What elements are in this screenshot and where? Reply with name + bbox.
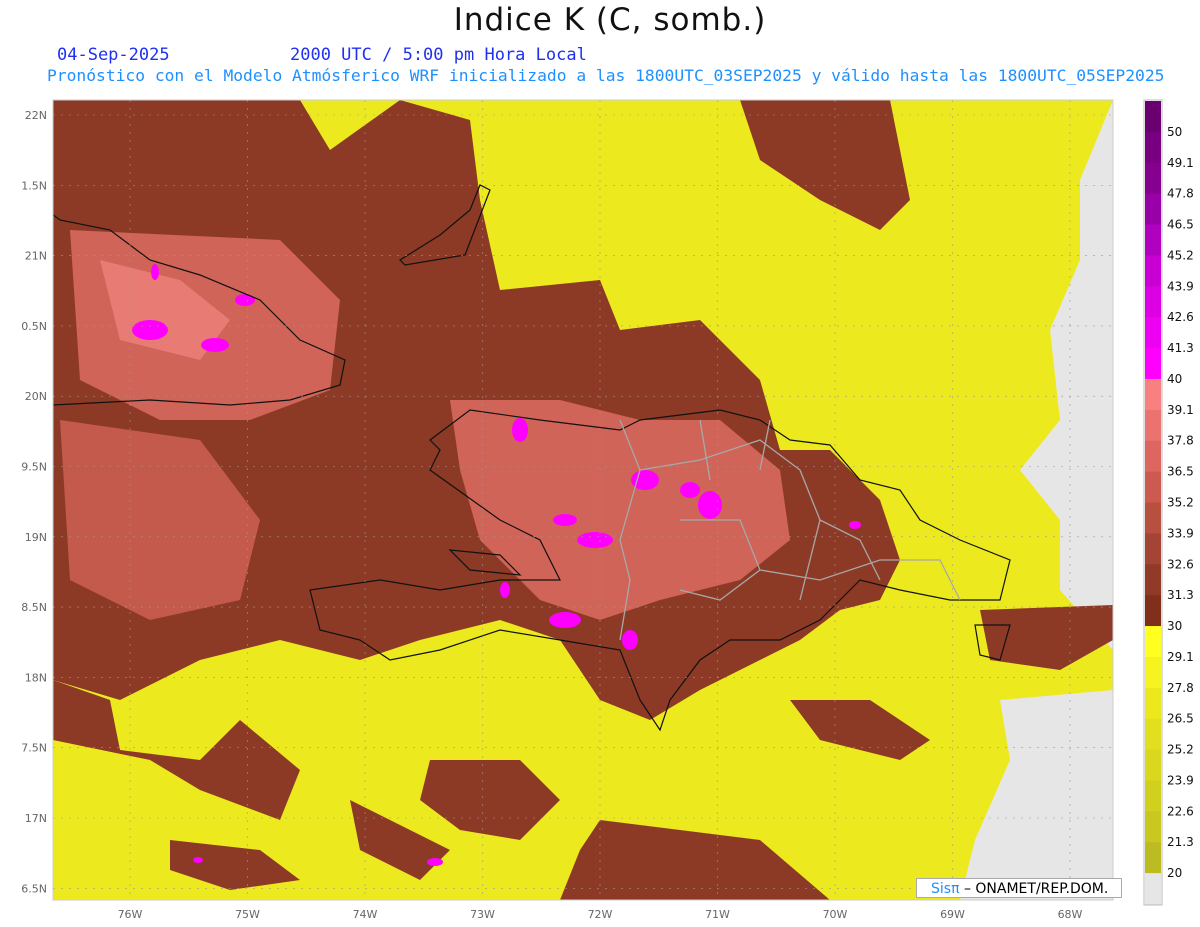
k-index-map: 22N 1.5N 21N 0.5N 20N 9.5N 19N 8.5N 18N 7.5N 17N 6.… (21, 99, 1194, 921)
lon-label: 69W (940, 908, 965, 921)
lat-label: 8.5N (21, 601, 47, 614)
colorbar-label: 36.5 (1167, 465, 1194, 479)
colorbar-cell (1145, 440, 1161, 473)
colorbar-label: 21.3 (1167, 835, 1194, 849)
colorbar-cell (1145, 687, 1161, 720)
colorbar-label: 46.5 (1167, 218, 1194, 232)
sispi-logo: Sisπ (931, 881, 960, 897)
lon-label: 68W (1058, 908, 1083, 921)
lat-label: 9.5N (21, 461, 47, 474)
colorbar-cell (1145, 101, 1161, 133)
lat-label: 20N (25, 390, 47, 403)
lat-label: 19N (25, 531, 47, 544)
map-title: Indice K (C, somb.) (453, 2, 767, 38)
colorbar-label: 35.2 (1167, 496, 1194, 510)
colorbar-label: 37.8 (1167, 434, 1194, 448)
colorbar-label: 25.2 (1167, 743, 1194, 757)
colorbar-cell (1145, 842, 1161, 874)
colorbar-cell (1145, 749, 1161, 781)
colorbar-label: 33.9 (1167, 526, 1194, 540)
colorbar-label: 22.6 (1167, 804, 1194, 818)
lon-label: 75W (235, 908, 260, 921)
lon-label: 71W (705, 908, 730, 921)
colorbar-cell (1145, 718, 1161, 751)
colorbar-label: 32.6 (1167, 557, 1194, 571)
colorbar-cell (1145, 378, 1161, 411)
colorbar-cell (1145, 656, 1161, 689)
lon-label: 73W (470, 908, 495, 921)
colorbar-label: 42.6 (1167, 310, 1194, 324)
colorbar-cell (1145, 317, 1161, 349)
lat-label: 6.5N (21, 882, 47, 895)
colorbar-cell (1145, 348, 1161, 380)
lon-label: 72W (588, 908, 613, 921)
forecast-date: 04-Sep-2025 (57, 45, 170, 65)
model-subtitle: Pronóstico con el Modelo Atmósferico WRF… (47, 66, 1165, 85)
colorbar-cell (1145, 471, 1161, 503)
colorbar-label: 29.1 (1167, 650, 1194, 664)
forecast-time: 2000 UTC / 5:00 pm Hora Local (290, 45, 587, 65)
map-field (53, 100, 1113, 900)
lat-label: 22N (25, 109, 47, 122)
colorbar-label: 26.5 (1167, 712, 1194, 726)
colorbar-cell (1145, 811, 1161, 843)
lat-label: 18N (25, 671, 47, 684)
lon-label: 70W (823, 908, 848, 921)
credit-text: – ONAMET/REP.DOM. (959, 881, 1109, 897)
colorbar-label: 47.8 (1167, 187, 1194, 201)
credit-box: Sisπ – ONAMET/REP.DOM. (916, 878, 1122, 898)
lat-label: 7.5N (21, 742, 47, 755)
colorbar-label: 23.9 (1167, 773, 1194, 787)
colorbar-cell (1145, 224, 1161, 256)
colorbar-cell (1145, 409, 1161, 442)
colorbar-cell (1145, 255, 1161, 287)
colorbar-cell (1145, 131, 1161, 164)
colorbar-cell (1145, 564, 1161, 596)
colorbar-label: 31.3 (1167, 588, 1194, 602)
colorbar-cell (1145, 162, 1161, 195)
colorbar-label: 30 (1167, 619, 1182, 633)
colorbar-cell (1145, 626, 1161, 658)
colorbar-cell (1145, 595, 1161, 627)
colorbar-label: 49.1 (1167, 156, 1194, 170)
colorbar-cell (1145, 533, 1161, 565)
colorbar-label: 39.1 (1167, 403, 1194, 417)
lat-label: 0.5N (21, 320, 47, 333)
lat-label: 17N (25, 812, 47, 825)
colorbar-label: 40 (1167, 372, 1182, 386)
colorbar-label: 20 (1167, 866, 1182, 880)
colorbar-cell (1145, 286, 1161, 318)
lon-label: 74W (353, 908, 378, 921)
lat-label: 1.5N (21, 179, 47, 192)
colorbar-label: 27.8 (1167, 681, 1194, 695)
colorbar-label: 50 (1167, 125, 1182, 139)
colorbar-cell (1145, 193, 1161, 226)
colorbar-cell (1145, 873, 1161, 905)
colorbar-label: 45.2 (1167, 248, 1194, 262)
colorbar-label: 43.9 (1167, 279, 1194, 293)
lat-label: 21N (25, 250, 47, 263)
colorbar-cell (1145, 780, 1161, 812)
colorbar-label: 41.3 (1167, 341, 1194, 355)
colorbar-cell (1145, 502, 1161, 534)
lon-label: 76W (118, 908, 143, 921)
colorbar: 50 49.1 47.8 46.5 45.2 43.9 42.6 41.3 40 39.1 37.8… (1143, 99, 1194, 906)
